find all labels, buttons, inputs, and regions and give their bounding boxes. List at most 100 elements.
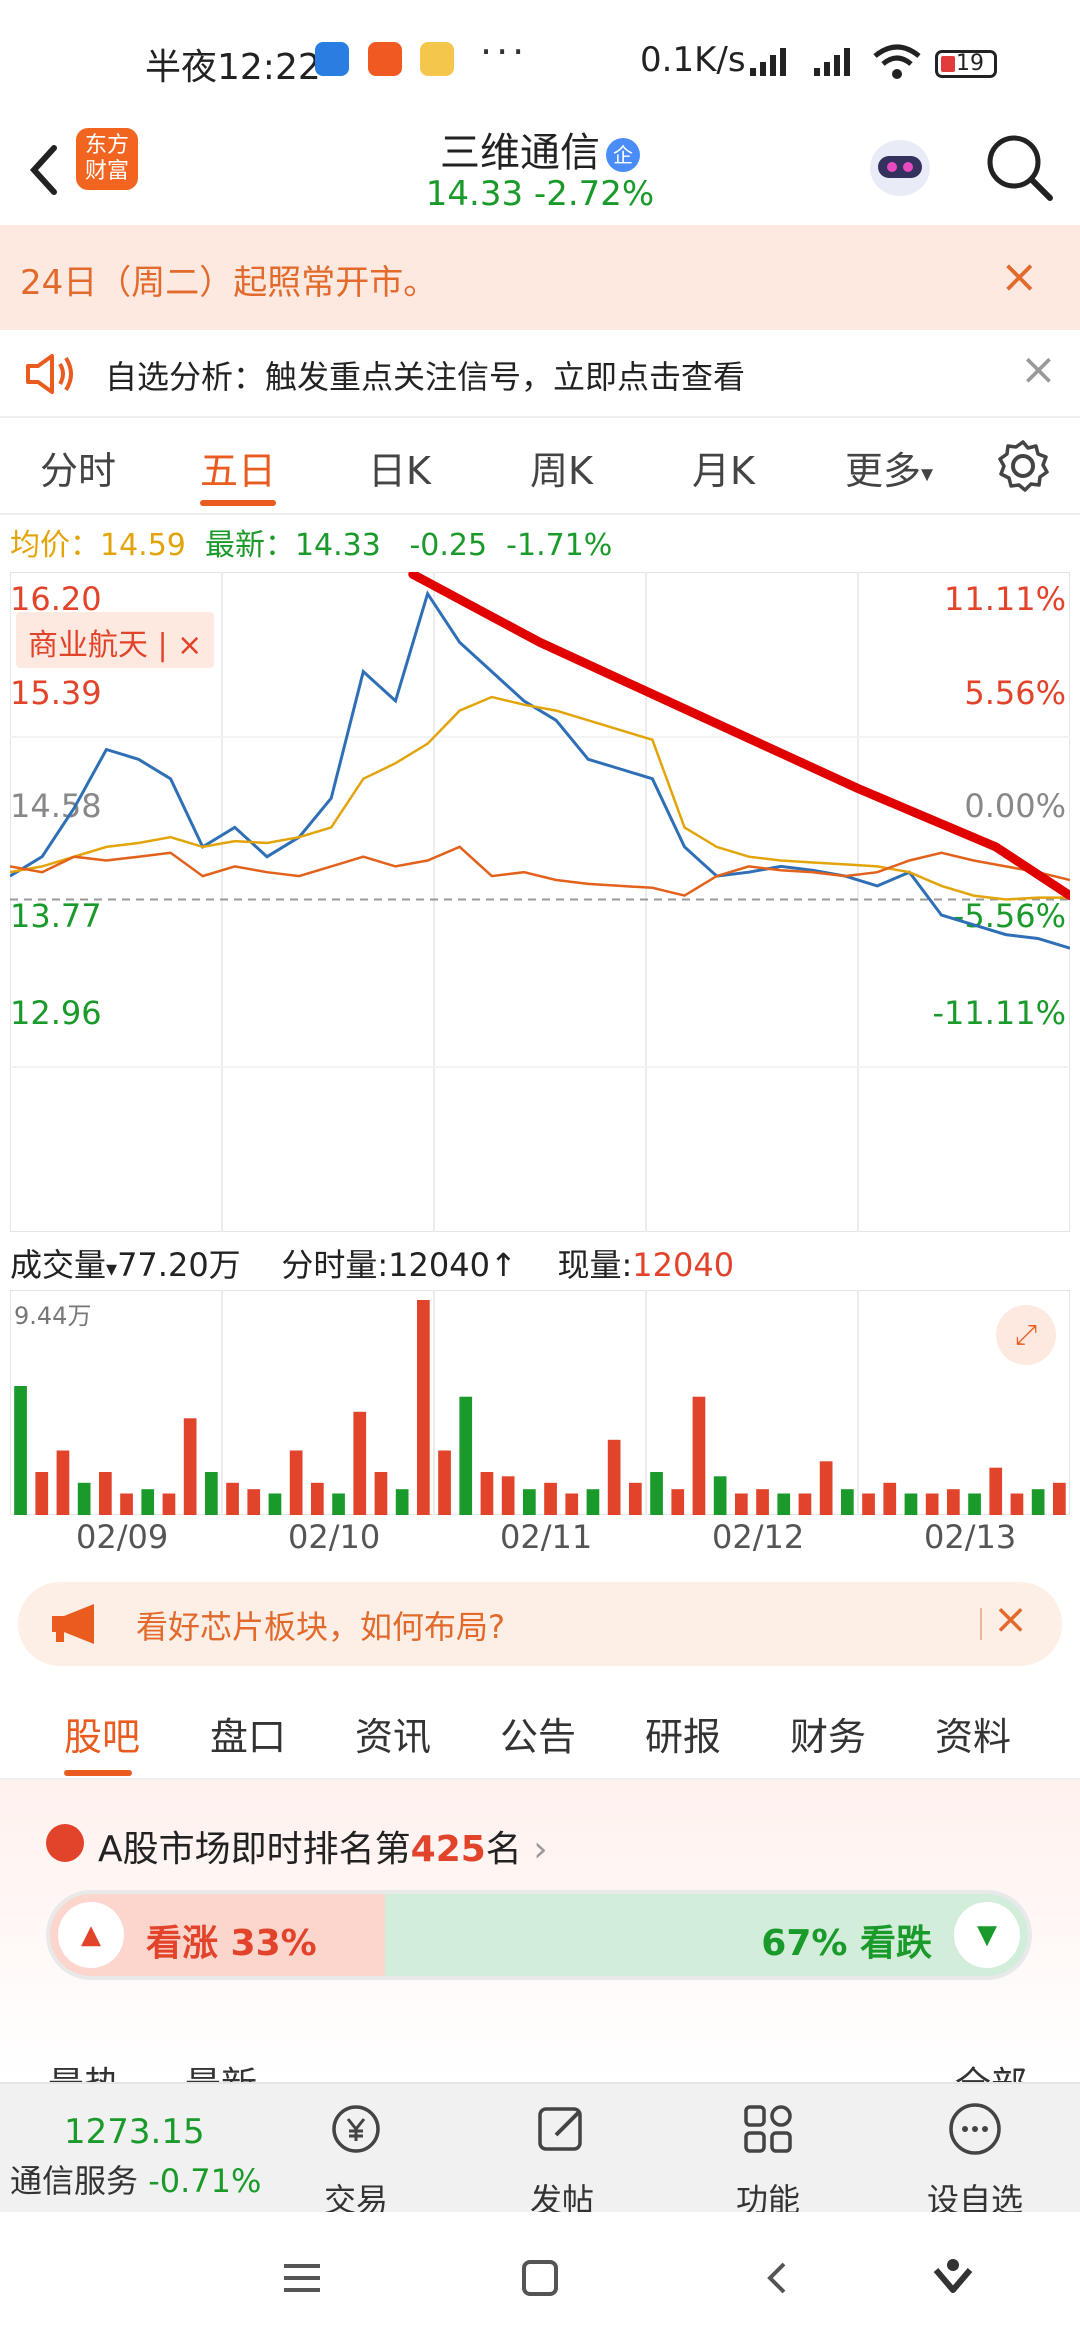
close-icon[interactable]: × [993, 1594, 1028, 1643]
app-notification-icon [315, 42, 349, 76]
sector-index-value[interactable]: 1273.15 [64, 2112, 205, 2152]
volume-bar [735, 1493, 748, 1515]
status-bar: 半夜12:22 ··· 0.1K/s 19 [0, 0, 1080, 120]
volume-bar [798, 1493, 812, 1515]
wifi-icon [873, 44, 921, 79]
promo-banner[interactable]: 看好芯片板块，如何布局? × [18, 1582, 1062, 1666]
assistant-icon[interactable] [930, 2256, 976, 2300]
close-icon[interactable]: × [1000, 249, 1039, 303]
tab-monthly-k[interactable]: 月K [692, 440, 755, 495]
ranking-title[interactable]: A股市场即时排名第425名 › [98, 1820, 548, 1872]
signal-icon [814, 48, 850, 76]
y-tick-label: 14.58 [10, 787, 102, 825]
volume-bar [395, 1489, 409, 1515]
volume-bar [925, 1493, 939, 1515]
volume-bar [35, 1472, 49, 1515]
yen-exchange-icon [332, 2105, 380, 2153]
assistant-robot-icon[interactable] [862, 128, 938, 204]
watchlist-alert-bar[interactable]: 自选分析：触发重点关注信号，立即点击查看 × [0, 330, 1080, 418]
search-icon[interactable] [980, 128, 1060, 208]
y-pct-tick-label: 11.11% [944, 580, 1066, 618]
sort-row: 最热 最新 全部 [0, 2052, 1080, 2082]
x-axis-date: 02/11 [500, 1518, 593, 1556]
tab-research[interactable]: 研报 [645, 1706, 721, 1761]
y-pct-tick-label: 5.56% [964, 674, 1066, 712]
volume-bar [268, 1493, 282, 1515]
tab-profile[interactable]: 资料 [935, 1706, 1011, 1761]
volume-bar [862, 1493, 875, 1515]
volume-bar [1010, 1493, 1024, 1515]
volume-chart[interactable] [10, 1290, 1070, 1515]
x-axis-date: 02/12 [712, 1518, 805, 1556]
bottom-toolbar: 1273.15 通信服务 -0.71% 交易 发帖 功能 设自选 [0, 2082, 1080, 2219]
sector-index-name[interactable]: 通信服务 -0.71% [10, 2156, 261, 2202]
back-icon[interactable] [760, 2258, 796, 2298]
volume-bar [374, 1472, 388, 1515]
volume-bar [332, 1493, 345, 1515]
volume-max-tick: 9.44万 [14, 1302, 92, 1330]
sentiment-vote-bar: ▲ 看涨 33% 67% 看跌 ▼ [46, 1890, 1032, 1980]
volume-indicator-select[interactable]: 成交量 [10, 1246, 106, 1284]
speaker-icon [26, 354, 73, 394]
volume-bar [205, 1472, 218, 1515]
filter-all[interactable]: 全部 [955, 2056, 1027, 2082]
tab-order-book[interactable]: 盘口 [210, 1706, 286, 1761]
vote-up-button[interactable]: ▲ [58, 1902, 124, 1968]
close-icon[interactable]: × [1020, 344, 1057, 395]
tab-financials[interactable]: 财务 [790, 1706, 866, 1761]
tab-daily-k[interactable]: 日K [368, 440, 431, 495]
volume-bar [629, 1482, 642, 1515]
volume-bar [607, 1439, 621, 1515]
x-axis-date: 02/10 [288, 1518, 381, 1556]
tab-guba[interactable]: 股吧 [64, 1706, 140, 1761]
volume-bar [99, 1472, 112, 1515]
functions-button[interactable]: 功能 [708, 2099, 828, 2221]
tab-announcements[interactable]: 公告 [500, 1706, 576, 1761]
volume-bar [480, 1472, 494, 1515]
alert-text: 自选分析：触发重点关注信号，立即点击查看 [105, 358, 746, 396]
volume-bar [777, 1493, 791, 1515]
chart-period-tabs: 分时 五日 日K 周K 月K 更多▾ [0, 420, 1080, 515]
chevron-right-icon: › [533, 1829, 548, 1870]
volume-bar [353, 1411, 367, 1515]
y-tick-label: 12.96 [10, 994, 102, 1032]
trade-button[interactable]: 交易 [296, 2099, 416, 2221]
five-day-price-chart[interactable]: 16.2015.3914.5813.7712.9611.11%5.56%0.00… [10, 572, 1070, 1232]
sort-hot[interactable]: 最热 [48, 2056, 120, 2082]
market-notice-banner[interactable]: 24日（周二）起照常开市。 × [0, 225, 1080, 330]
market-ranking-card: A股市场即时排名第425名 › ▲ 看涨 33% 67% 看跌 ▼ [0, 1780, 1080, 2080]
vote-down-button[interactable]: ▼ [954, 1902, 1020, 1968]
add-watchlist-button[interactable]: 设自选 [915, 2099, 1035, 2221]
volume-bar [77, 1482, 91, 1515]
sort-newest[interactable]: 最新 [185, 2056, 257, 2082]
tab-intraday[interactable]: 分时 [40, 440, 116, 495]
tab-more[interactable]: 更多▾ [845, 440, 933, 495]
home-icon[interactable] [520, 2258, 560, 2298]
more-circle-icon [949, 2103, 1001, 2155]
chevron-down-icon: ▾ [921, 459, 934, 488]
tab-five-day[interactable]: 五日 [200, 440, 276, 495]
grid-icon [744, 2105, 792, 2153]
volume-bar [417, 1300, 430, 1515]
hand-drawn-annotation [408, 572, 1070, 901]
tab-news[interactable]: 资讯 [355, 1706, 431, 1761]
more-notifications-icon: ··· [480, 30, 529, 74]
signal-icon [750, 48, 786, 76]
volume-bar [247, 1489, 261, 1515]
expand-chart-icon[interactable]: ⤢ [996, 1305, 1056, 1365]
post-button[interactable]: 发帖 [502, 2099, 622, 2221]
divider [980, 1608, 982, 1640]
volume-bar [226, 1482, 239, 1515]
menu-icon[interactable] [280, 2260, 324, 2296]
volume-bar [819, 1461, 833, 1515]
volume-bar [947, 1489, 960, 1515]
status-time: 半夜12:22 [145, 47, 321, 88]
price-legend: 均价：14.59 最新：14.33 -0.25 -1.71% [10, 528, 613, 563]
y-pct-tick-label: 0.00% [964, 787, 1066, 825]
volume-bar [544, 1482, 557, 1515]
tab-weekly-k[interactable]: 周K [530, 440, 593, 495]
concept-tag-commercial-aerospace[interactable]: 商业航天 | × [16, 612, 215, 668]
gear-icon[interactable] [995, 438, 1051, 494]
volume-bar [883, 1482, 897, 1515]
volume-header: 成交量▾77.20万 分时量:12040↑ 现量:12040 [10, 1246, 735, 1284]
